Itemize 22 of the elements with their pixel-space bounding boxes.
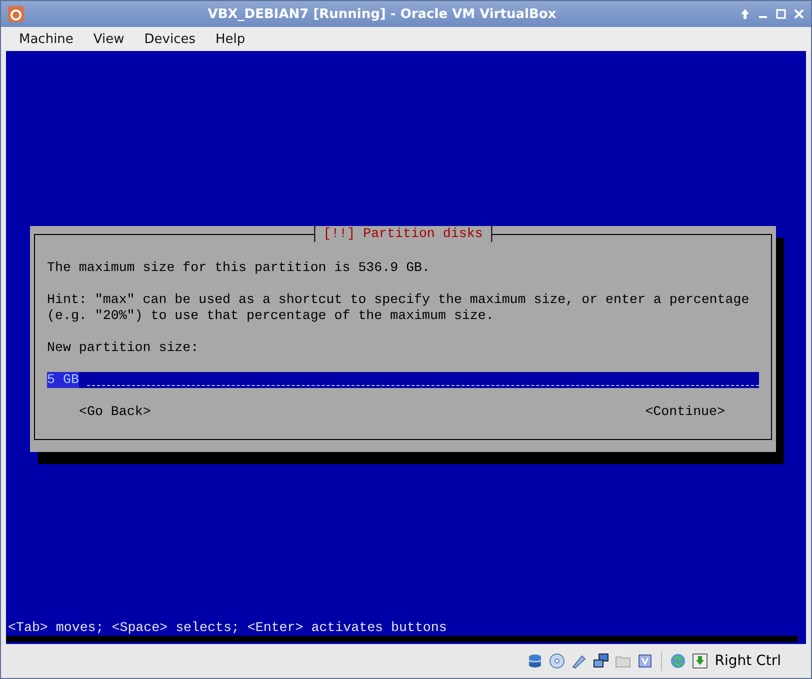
close-icon[interactable] [793, 8, 805, 20]
menu-item[interactable]: Help [208, 30, 254, 48]
network-icon[interactable] [592, 652, 610, 670]
input-field[interactable]: 5 GB [47, 372, 759, 388]
menu-item[interactable]: Devices [136, 30, 204, 48]
maximize-icon[interactable] [775, 8, 787, 20]
dialog-button[interactable]: <Continue> [645, 404, 725, 420]
host-key-label: Right Ctrl [714, 653, 781, 669]
dialog-text: The maximum size for this partition is 536.9 GB. [47, 260, 432, 276]
dialog-title: [!!] Partition disks [314, 226, 492, 242]
optical-disc-icon[interactable] [548, 652, 566, 670]
help-line: <Tab> moves; <Space> selects; <Enter> activates buttons [7, 620, 448, 636]
dialog-text: Hint: "max" can be used as a shortcut to specify the maximum size, or enter a percentage (e.g. "20%") to use that percentage of the maximum size. [47, 292, 750, 324]
dialog-button[interactable]: <Go Back> [79, 404, 151, 420]
app-logo-icon [7, 5, 25, 23]
window-title: VBX_DEBIAN7 [Running] - Oracle VM VirtualBox [206, 6, 558, 22]
arrow-up-icon[interactable] [739, 8, 751, 20]
chip-icon[interactable] [636, 652, 654, 670]
menu-item[interactable]: Machine [11, 30, 82, 48]
menu-item[interactable]: View [85, 30, 132, 48]
dialog-text: New partition size: [47, 340, 200, 356]
field-value: 5 GB [47, 372, 79, 388]
